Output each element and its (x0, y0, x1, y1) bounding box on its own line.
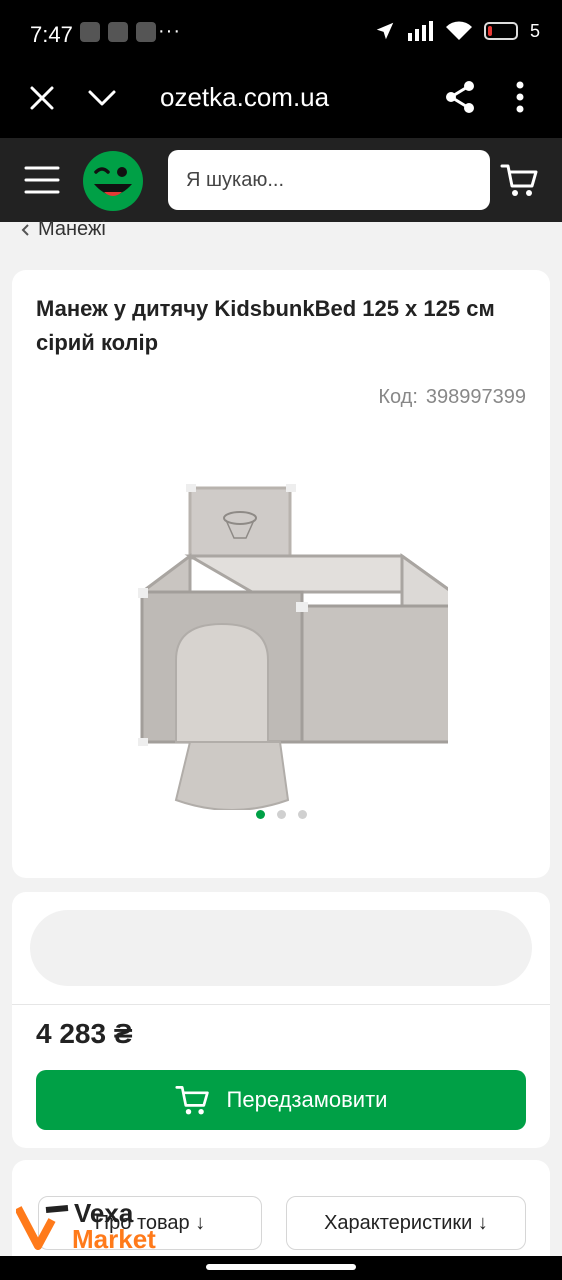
battery-icon (483, 22, 518, 40)
more-notifications-icon: ··· (158, 20, 181, 42)
status-right: 5 (374, 20, 540, 42)
vexa-v-icon (16, 1205, 69, 1250)
breadcrumb-label[interactable]: Манежі (38, 218, 106, 241)
chevron-left-icon (21, 223, 29, 236)
close-icon[interactable] (26, 82, 58, 114)
product-image-playpen[interactable] (112, 460, 448, 810)
cart-icon (174, 1086, 209, 1115)
site-header: Я шукаю... (0, 138, 562, 222)
cart-icon[interactable] (500, 160, 540, 200)
product-price: 4 283 ₴ (36, 1018, 133, 1049)
carousel-dot[interactable] (256, 810, 265, 819)
product-code-value: 398997399 (425, 386, 526, 408)
divider (12, 1004, 550, 1005)
signal-icon (407, 21, 433, 41)
url-text[interactable]: ozetka.com.ua (160, 82, 329, 113)
wifi-icon (445, 21, 472, 40)
loading-placeholder (30, 910, 532, 986)
app-notification-icon (108, 22, 128, 42)
breadcrumb[interactable]: Манежі (20, 218, 106, 241)
more-vert-icon[interactable] (508, 80, 532, 114)
home-handle[interactable] (206, 1264, 356, 1270)
watermark-logo: Vexa Market (16, 1198, 186, 1254)
share-icon[interactable] (444, 80, 476, 114)
phone-icon (80, 22, 100, 42)
carousel-dot[interactable] (298, 810, 307, 819)
tab-characteristics[interactable]: Характеристики ↓ (286, 1196, 526, 1250)
purchase-card: 4 283 ₴ Передзамовити (12, 892, 550, 1148)
system-nav-bar (0, 1256, 562, 1280)
notification-icons (80, 22, 156, 42)
product-card: Манеж у дитячу KidsbunkBed 125 x 125 см … (12, 270, 550, 878)
product-title: Манеж у дитячу KidsbunkBed 125 x 125 см … (36, 296, 495, 355)
chevron-down-icon[interactable] (86, 82, 118, 114)
product-code: Код: 398997399 (370, 386, 526, 409)
product-code-label: Код: (378, 386, 418, 408)
menu-icon[interactable] (24, 162, 60, 198)
carousel-dot[interactable] (277, 810, 286, 819)
location-icon (376, 22, 394, 40)
preorder-button[interactable]: Передзамовити (36, 1070, 526, 1130)
image-carousel-dots[interactable] (256, 810, 307, 819)
app-notification-icon-2 (136, 22, 156, 42)
rozetka-logo[interactable] (82, 150, 144, 212)
browser-toolbar: ozetka.com.ua (0, 68, 562, 138)
status-bar: 7:47 ··· 5 (0, 0, 562, 68)
watermark-line2: Market (72, 1224, 156, 1254)
search-input[interactable]: Я шукаю... (168, 150, 490, 210)
preorder-label: Передзамовити (226, 1087, 388, 1112)
status-time: 7:47 (30, 22, 73, 47)
battery-level: 5 (529, 20, 540, 41)
